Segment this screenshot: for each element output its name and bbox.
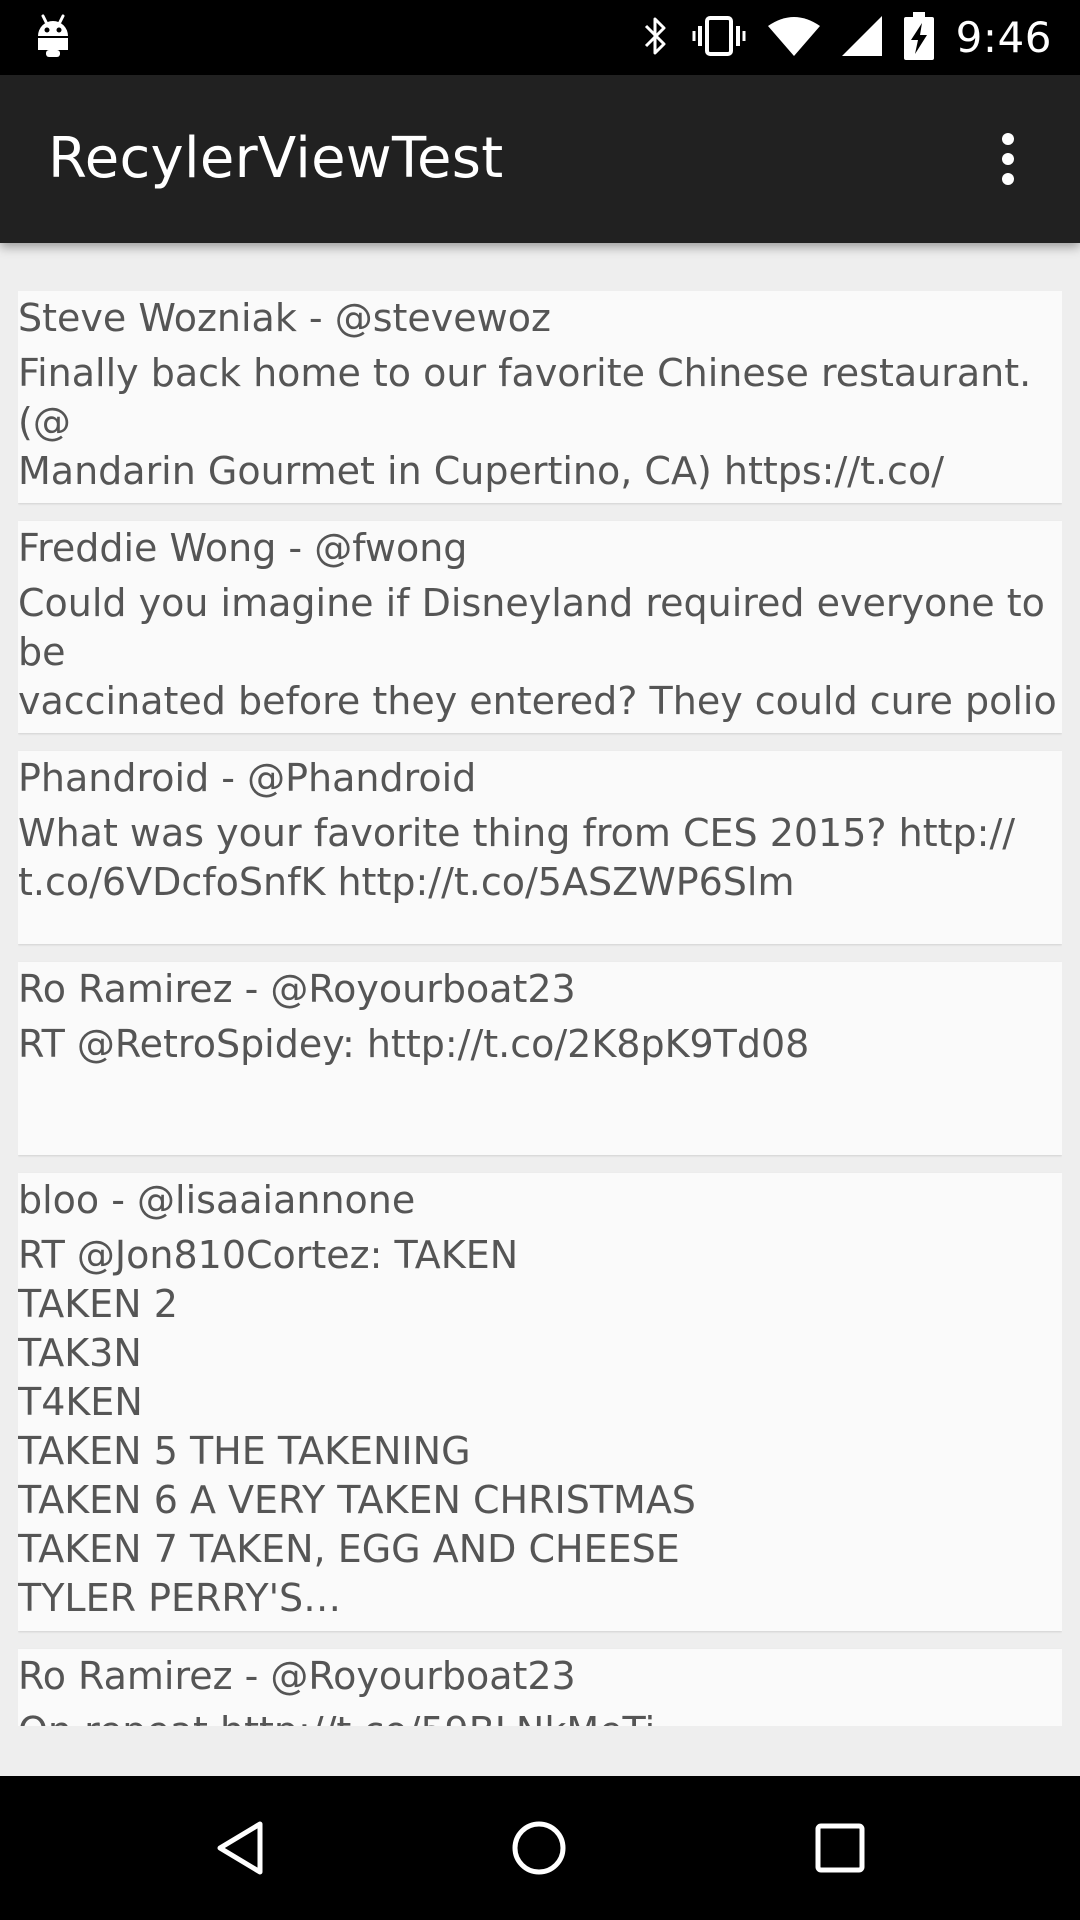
tweet-author: Freddie Wong - @fwong	[18, 526, 468, 570]
vibrate-icon	[692, 14, 746, 62]
android-icon	[36, 14, 70, 62]
home-icon[interactable]	[509, 1818, 569, 1878]
tweet-author: bloo - @lisaaiannone	[18, 1178, 416, 1222]
signal-icon	[841, 15, 882, 60]
battery-charging-icon	[903, 11, 934, 64]
tweet-author: Ro Ramirez - @Royourboat23	[18, 1654, 576, 1698]
tweet-text: Could you imagine if Disneyland required…	[18, 581, 1057, 733]
overflow-menu-icon[interactable]	[976, 127, 1040, 191]
tweet-card[interactable]: bloo - @lisaaiannone RT @Jon810Cortez: T…	[18, 1173, 1062, 1631]
tweet-card[interactable]: Steve Wozniak - @stevewoz Finally back h…	[18, 291, 1062, 503]
app-title: RecylerViewTest	[48, 126, 504, 191]
bluetooth-icon	[642, 14, 670, 62]
tweet-author: Phandroid - @Phandroid	[18, 756, 477, 800]
navigation-bar	[0, 1776, 1080, 1920]
recents-icon[interactable]	[810, 1818, 870, 1878]
app-bar: RecylerViewTest	[0, 75, 1080, 243]
tweet-card[interactable]: Phandroid - @Phandroid What was your fav…	[18, 751, 1062, 944]
tweet-list[interactable]: Steve Wozniak - @stevewoz Finally back h…	[18, 291, 1062, 1726]
status-clock: 9:46	[955, 13, 1052, 62]
tweet-text: Finally back home to our favorite Chines…	[18, 351, 1032, 503]
tweet-author: Ro Ramirez - @Royourboat23	[18, 967, 576, 1011]
tweet-card[interactable]: Freddie Wong - @fwong Could you imagine …	[18, 521, 1062, 733]
tweet-author: Steve Wozniak - @stevewoz	[18, 296, 551, 340]
tweet-text: On repeat http://t.co/59BLNkMeTi	[18, 1701, 1062, 1726]
status-bar: 9:46	[0, 0, 1080, 75]
tweet-text: What was your favorite thing from CES 20…	[18, 811, 1016, 904]
tweet-text: RT @RetroSpidey: http://t.co/2K8pK9Td08	[18, 1022, 810, 1066]
tweet-card[interactable]: Ro Ramirez - @Royourboat23 RT @RetroSpid…	[18, 962, 1062, 1155]
tweet-card[interactable]: Ro Ramirez - @Royourboat23 On repeat htt…	[18, 1649, 1062, 1726]
back-icon[interactable]	[212, 1818, 272, 1878]
content-area: Steve Wozniak - @stevewoz Finally back h…	[0, 243, 1080, 1776]
tweet-text: RT @Jon810Cortez: TAKEN TAKEN 2 TAK3N T4…	[18, 1233, 696, 1620]
wifi-icon	[767, 16, 820, 60]
